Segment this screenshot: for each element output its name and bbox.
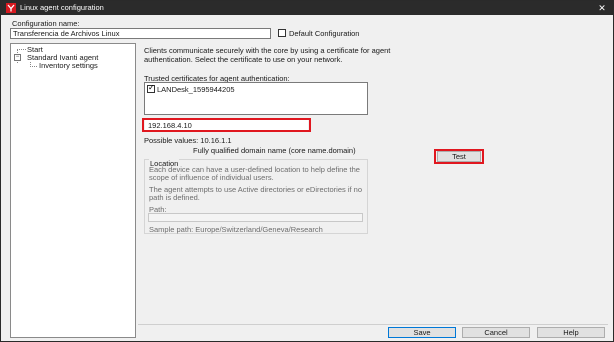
sample-path-text: Sample path: Europe/Switzerland/Geneva/R… [149, 225, 323, 234]
save-button[interactable]: Save [388, 327, 456, 338]
core-address-input[interactable]: 192.168.4.10 [145, 120, 308, 130]
config-name-label: Configuration name: [12, 19, 80, 28]
description-line-1: Clients communicate securely with the co… [144, 46, 391, 55]
cert-item-label[interactable]: LANDesk_1595944205 [157, 85, 235, 94]
possible-values-text: Possible values: 10.16.1.1 [144, 136, 232, 145]
default-config-checkbox[interactable] [278, 29, 286, 37]
ivanti-logo-icon [6, 3, 16, 13]
close-icon[interactable]: ✕ [596, 2, 608, 14]
window-title: Linux agent configuration [20, 3, 104, 12]
cert-checkbox[interactable]: ✓ [147, 83, 155, 93]
path-input[interactable] [148, 213, 363, 222]
default-config-label: Default Configuration [289, 29, 360, 38]
location-text-1-line-2: scope of influence of individual users. [149, 173, 274, 182]
navigation-tree: Start − Standard Ivanti agent Inventory … [10, 43, 136, 338]
cancel-button[interactable]: Cancel [462, 327, 530, 338]
description-line-2: authentication. Select the certificate t… [144, 55, 343, 64]
tree-expander-icon[interactable]: − [14, 54, 21, 61]
location-text-2-line-2: path is defined. [149, 193, 200, 202]
config-name-input[interactable]: Transferencia de Archivos Linux [10, 28, 271, 39]
agent-config-window: Linux agent configuration ✕ Configuratio… [0, 0, 614, 342]
footer-separator [138, 324, 608, 325]
checkmark-icon: ✓ [148, 83, 155, 92]
trusted-certs-list[interactable]: ✓ LANDesk_1595944205 [144, 82, 368, 115]
test-button[interactable]: Test [437, 151, 481, 162]
title-bar[interactable]: Linux agent configuration ✕ [1, 1, 613, 15]
tree-item-inventory-settings[interactable]: Inventory settings [39, 61, 98, 70]
help-button[interactable]: Help [537, 327, 605, 338]
fqdn-hint-text: Fully qualified domain name (core name.d… [193, 146, 356, 155]
